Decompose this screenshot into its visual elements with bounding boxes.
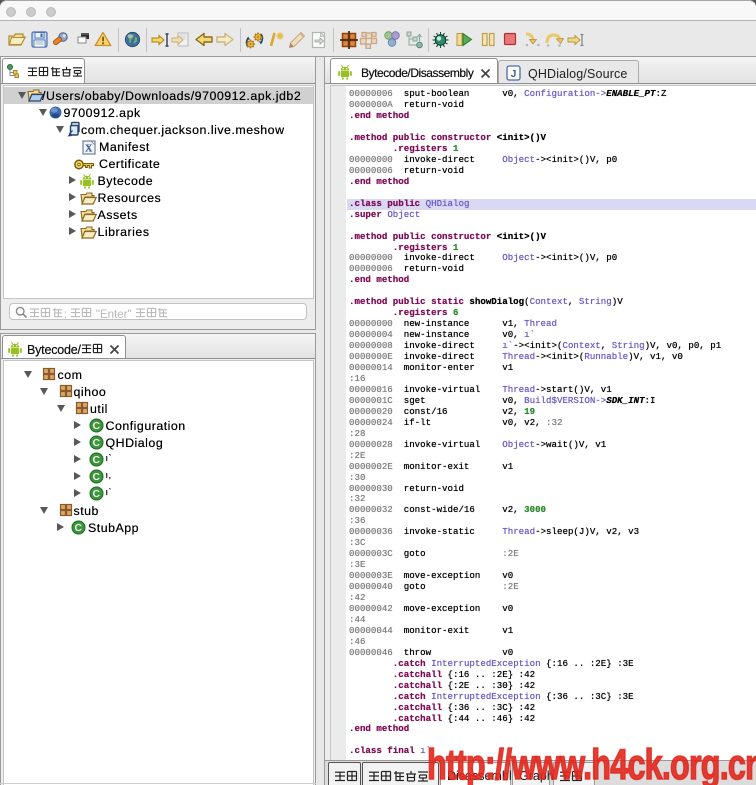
svg-text:C: C	[92, 437, 100, 449]
svg-text:J: J	[511, 69, 517, 80]
svg-text:X: X	[85, 143, 93, 154]
svg-text:C: C	[92, 454, 100, 466]
svg-text:C: C	[92, 471, 100, 483]
svg-text:C: C	[74, 522, 82, 534]
svg-text:C: C	[92, 420, 100, 432]
svg-text:C: C	[92, 488, 100, 500]
